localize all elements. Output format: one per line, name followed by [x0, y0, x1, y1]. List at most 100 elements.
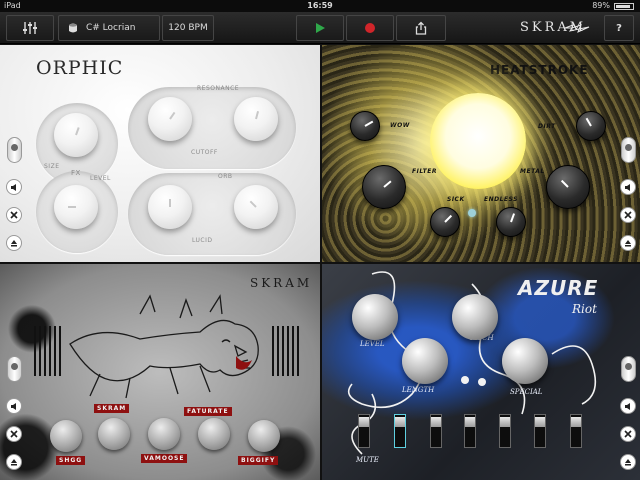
azure-fader-6[interactable]: [534, 414, 546, 448]
heat-label-filter: FILTER: [412, 168, 437, 175]
skram-tag-faturate: FATURATE: [184, 407, 232, 416]
knob-indicator: [383, 180, 392, 188]
heat-close-button[interactable]: [620, 207, 636, 223]
azure-panel: AZURE Riot LEVEL PITCH LENGTH SPECIAL MU…: [322, 264, 640, 480]
knob-indicator: [364, 120, 374, 127]
battery-fill: [616, 5, 630, 8]
tempo-button[interactable]: 120 BPM: [162, 15, 214, 41]
azure-pitch-knob[interactable]: [452, 294, 498, 340]
battery-percent: 89%: [592, 1, 610, 10]
heat-metal-knob[interactable]: [546, 165, 590, 209]
heat-label-dirt: DIRT: [538, 123, 556, 130]
azure-close-button[interactable]: [620, 426, 636, 442]
close-icon: [624, 211, 632, 219]
azure-fader-3[interactable]: [430, 414, 442, 448]
orphic-volume-slider[interactable]: [7, 137, 22, 163]
heat-label-endless: ENDLESS: [484, 196, 518, 203]
bar: [34, 326, 36, 376]
skram-skram-knob[interactable]: [98, 418, 130, 450]
volume-icon: [10, 183, 16, 191]
skram-shgg-knob[interactable]: [50, 420, 82, 452]
azure-eject-button[interactable]: [620, 454, 636, 470]
volume-icon: [624, 183, 630, 191]
skram-volume-slider[interactable]: [7, 356, 22, 382]
heat-sick-knob[interactable]: [430, 207, 460, 237]
fader-thumb: [465, 417, 475, 427]
skram-eject-button[interactable]: [6, 454, 22, 470]
skram-tag-skram: SKRAM: [94, 404, 130, 413]
mixer-button[interactable]: [6, 15, 54, 41]
heatstroke-panel: HEATSTROKE WOW DIRT FILTER METAL SICK EN…: [322, 45, 640, 262]
skram-bars-right: [272, 326, 302, 376]
azure-label-length: LENGTH: [402, 386, 435, 394]
bar: [54, 326, 56, 376]
azure-fader-1[interactable]: [358, 414, 370, 448]
skram-faturate-knob[interactable]: [198, 418, 230, 450]
heatstroke-title: HEATSTROKE: [490, 63, 589, 77]
azure-label-mute: MUTE: [356, 456, 379, 464]
orphic-volume-button[interactable]: [6, 179, 22, 195]
knob-indicator: [560, 179, 569, 188]
heat-filter-knob[interactable]: [362, 165, 406, 209]
orphic-side-controls: [4, 137, 26, 257]
close-icon: [624, 430, 632, 438]
orphic-size-knob[interactable]: [54, 113, 98, 157]
azure-volume-slider[interactable]: [621, 356, 636, 382]
orphic-eject-button[interactable]: [6, 235, 22, 251]
heat-dirt-knob[interactable]: [576, 111, 606, 141]
knob-indicator: [169, 199, 171, 207]
bar: [277, 326, 279, 376]
slider-thumb: [11, 363, 18, 370]
orphic-lucid-knob[interactable]: [234, 185, 278, 229]
orphic-orb-knob[interactable]: [148, 185, 192, 229]
azure-fader-2[interactable]: [394, 414, 406, 448]
azure-length-knob[interactable]: [402, 338, 448, 384]
orphic-cutoff-knob[interactable]: [234, 97, 278, 141]
orphic-close-button[interactable]: [6, 207, 22, 223]
heat-wow-knob[interactable]: [350, 111, 380, 141]
eject-icon: [625, 240, 631, 247]
help-button[interactable]: ?: [604, 15, 634, 41]
record-button[interactable]: [346, 15, 394, 41]
heat-label-metal: METAL: [520, 168, 545, 175]
heat-eject-button[interactable]: [620, 235, 636, 251]
skram-bars-left: [34, 326, 64, 376]
azure-fader-5[interactable]: [499, 414, 511, 448]
orphic-label-cutoff: CUTOFF: [191, 149, 218, 156]
mixer-sliders-icon: [23, 22, 37, 34]
slider-thumb: [625, 363, 632, 370]
skram-tag-vamoose: VAMOOSE: [141, 454, 188, 463]
azure-fader-4[interactable]: [464, 414, 476, 448]
knob-indicator: [255, 111, 260, 120]
scale-selector[interactable]: C# Locrian: [58, 15, 160, 41]
record-icon: [365, 23, 375, 33]
eject-icon: [11, 240, 17, 247]
toolbar: C# Locrian 120 BPM SKRAM ?: [0, 12, 640, 44]
heat-volume-slider[interactable]: [621, 137, 636, 163]
heat-volume-button[interactable]: [620, 179, 636, 195]
azure-fader-7[interactable]: [570, 414, 582, 448]
skram-biggify-knob[interactable]: [248, 420, 280, 452]
dog-drawing: [69, 294, 259, 399]
share-button[interactable]: [396, 15, 446, 41]
skram-close-button[interactable]: [6, 426, 22, 442]
azure-level-knob[interactable]: [352, 294, 398, 340]
orphic-level-knob[interactable]: [54, 185, 98, 229]
heat-endless-knob[interactable]: [496, 207, 526, 237]
eject-icon: [11, 459, 17, 466]
fader-thumb: [359, 417, 369, 427]
azure-label-special: SPECIAL: [510, 388, 543, 396]
orphic-label-fx: FX: [71, 169, 81, 177]
bar: [297, 326, 299, 376]
skram-vamoose-knob[interactable]: [148, 418, 180, 450]
azure-volume-button[interactable]: [620, 398, 636, 414]
status-bar: iPad 16:59 89%: [0, 0, 640, 12]
skram-volume-button[interactable]: [6, 398, 22, 414]
knob-indicator: [169, 111, 176, 120]
orphic-panel: ORPHIC RESONANCE CUTOFF SIZE FX LEVEL OR…: [0, 45, 320, 262]
share-icon: [415, 21, 427, 35]
orphic-resonance-knob[interactable]: [148, 97, 192, 141]
orphic-label-level: LEVEL: [90, 175, 111, 182]
play-button[interactable]: [296, 15, 344, 41]
azure-special-knob[interactable]: [502, 338, 548, 384]
